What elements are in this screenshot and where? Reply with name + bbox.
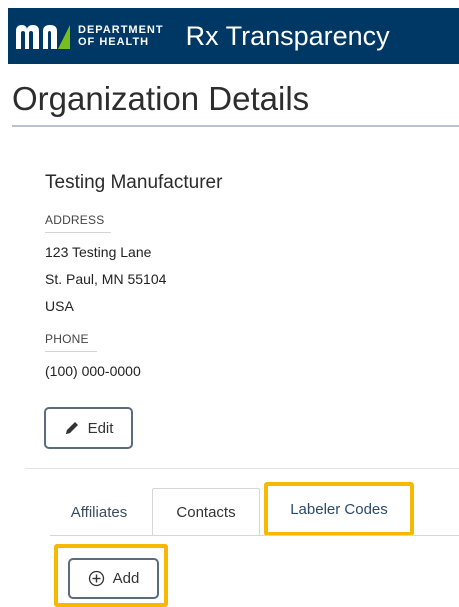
address-label: ADDRESS (45, 213, 105, 227)
address-line-2: St. Paul, MN 55104 (45, 271, 167, 287)
pencil-icon (65, 422, 78, 434)
tab-contacts-label: Contacts (176, 504, 236, 521)
plus-circle-icon (88, 570, 104, 587)
logo-text-line2: OF HEALTH (78, 36, 150, 48)
tab-affiliates[interactable]: Affiliates (50, 488, 148, 536)
address-line-3: USA (45, 298, 74, 314)
edit-button[interactable]: Edit (44, 407, 133, 449)
title-divider (12, 125, 459, 127)
tab-labeler-codes[interactable]: Labeler Codes (264, 482, 414, 536)
phone-label: PHONE (45, 332, 89, 346)
address-line-1: 123 Testing Lane (45, 244, 152, 260)
mdh-logo[interactable]: DEPARTMENT OF HEALTH (14, 21, 164, 51)
tab-labeler-codes-label: Labeler Codes (290, 500, 388, 518)
add-button-label: Add (112, 570, 140, 587)
tab-contacts[interactable]: Contacts (152, 488, 260, 536)
tabs-baseline (50, 535, 459, 536)
phone-value: (100) 000-0000 (45, 363, 141, 379)
address-label-underline (45, 232, 111, 233)
logo-text: DEPARTMENT OF HEALTH (78, 24, 164, 48)
logo-text-line1: DEPARTMENT (78, 24, 164, 36)
section-divider (25, 468, 459, 469)
app-title[interactable]: Rx Transparency (186, 21, 390, 52)
organization-name: Testing Manufacturer (45, 172, 223, 193)
phone-label-underline (45, 351, 97, 352)
page-title: Organization Details (12, 80, 310, 117)
app-header: DEPARTMENT OF HEALTH Rx Transparency (8, 8, 459, 64)
edit-button-label: Edit (87, 419, 114, 437)
add-button[interactable]: Add (68, 558, 159, 599)
tab-affiliates-label: Affiliates (70, 503, 128, 521)
mn-logo-icon (16, 25, 70, 49)
